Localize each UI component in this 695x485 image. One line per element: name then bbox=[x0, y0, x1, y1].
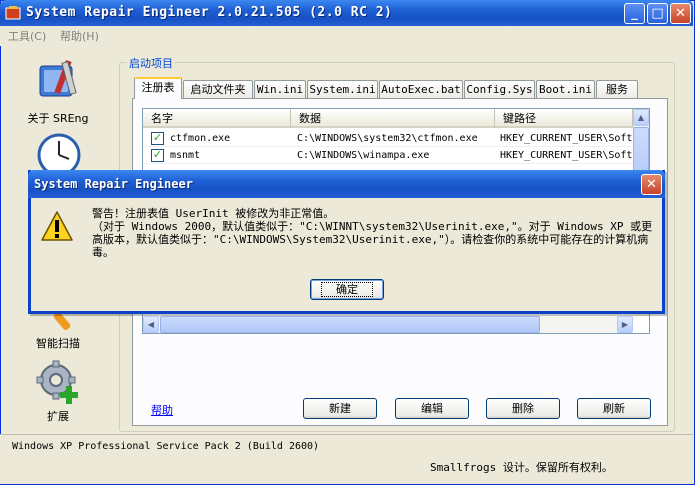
table-row[interactable]: ✓ ctfmon.exe C:\WINDOWS\system32\ctfmon.… bbox=[143, 130, 633, 147]
menu-tools[interactable]: 工具(C) bbox=[8, 28, 46, 44]
maximize-icon: □ bbox=[651, 6, 664, 21]
horizontal-scroll-thumb[interactable] bbox=[160, 316, 540, 333]
dialog-close-button[interactable]: ✕ bbox=[641, 174, 662, 195]
minimize-icon: _ bbox=[631, 6, 638, 21]
minimize-button[interactable]: _ bbox=[624, 3, 645, 24]
list-header: 名字 数据 键路径 bbox=[143, 109, 633, 128]
column-name[interactable]: 名字 bbox=[143, 109, 291, 128]
window-title: System Repair Engineer 2.0.21.505 (2.0 R… bbox=[26, 5, 393, 20]
table-row[interactable]: ✓ msnmt C:\WINDOWS\winampa.exe HKEY_CURR… bbox=[143, 147, 633, 164]
scroll-right-icon[interactable]: ▶ bbox=[617, 316, 633, 333]
column-key-path[interactable]: 键路径 bbox=[495, 109, 633, 128]
os-version: Windows XP Professional Service Pack 2 (… bbox=[12, 441, 320, 452]
dialog-title-bar[interactable]: System Repair Engineer ✕ bbox=[28, 170, 665, 198]
edit-button[interactable]: 编辑 bbox=[395, 398, 469, 419]
tab-boot-ini[interactable]: Boot.ini bbox=[536, 80, 595, 98]
scroll-left-icon[interactable]: ◀ bbox=[143, 316, 159, 333]
tab-autoexec-bat[interactable]: AutoExec.bat bbox=[379, 80, 463, 98]
delete-button[interactable]: 删除 bbox=[486, 398, 560, 419]
check-icon: ✓ bbox=[152, 148, 163, 161]
close-button[interactable]: ✕ bbox=[670, 3, 691, 24]
gear-plus-icon bbox=[36, 360, 78, 404]
help-link[interactable]: 帮助 bbox=[151, 402, 173, 418]
row-checkbox[interactable]: ✓ bbox=[151, 131, 164, 145]
sidebar-item-label: 关于 SREng bbox=[27, 112, 89, 125]
close-icon: ✕ bbox=[675, 6, 686, 21]
sidebar-item-label: 智能扫描 bbox=[36, 337, 80, 350]
row-name: msnmt bbox=[170, 150, 201, 161]
column-data[interactable]: 数据 bbox=[291, 109, 495, 128]
copyright-text: Smallfrogs 设计。保留所有权利。 bbox=[430, 461, 613, 474]
app-icon bbox=[5, 6, 21, 20]
tab-services[interactable]: 服务 bbox=[596, 80, 638, 98]
menu-bar: 工具(C) 帮助(H) bbox=[0, 26, 693, 46]
sidebar-item-label: 扩展 bbox=[47, 410, 69, 423]
refresh-button[interactable]: 刷新 bbox=[577, 398, 651, 419]
tab-win-ini[interactable]: Win.ini bbox=[254, 80, 306, 98]
dialog-message-line2: （对于 Windows 2000，默认值类似于："C:\WINNT\system… bbox=[92, 220, 653, 259]
ok-button[interactable]: 确定 bbox=[310, 279, 384, 300]
tab-system-ini[interactable]: System.ini bbox=[307, 80, 378, 98]
maximize-button[interactable]: □ bbox=[647, 3, 668, 24]
tab-config-sys[interactable]: Config.Sys bbox=[464, 80, 535, 98]
row-data: C:\WINDOWS\system32\ctfmon.exe bbox=[297, 133, 478, 144]
row-data: C:\WINDOWS\winampa.exe bbox=[297, 150, 430, 161]
dialog-message: 警告！注册表值 UserInit 被修改为非正常值。 （对于 Windows 2… bbox=[92, 207, 658, 259]
new-button[interactable]: 新建 bbox=[303, 398, 377, 419]
row-key-path: HKEY_CURRENT_USER\Soft bbox=[500, 133, 633, 144]
title-bar[interactable]: System Repair Engineer 2.0.21.505 (2.0 R… bbox=[0, 0, 693, 26]
row-key-path: HKEY_CURRENT_USER\Soft bbox=[500, 150, 633, 161]
group-legend: 启动项目 bbox=[127, 55, 175, 71]
horizontal-scrollbar[interactable]: ◀ ▶ bbox=[143, 316, 633, 333]
warning-icon bbox=[41, 211, 73, 241]
ok-button-label: 确定 bbox=[321, 282, 373, 297]
dialog-title: System Repair Engineer bbox=[34, 177, 193, 191]
tab-startup-folder[interactable]: 启动文件夹 bbox=[183, 80, 253, 98]
check-icon: ✓ bbox=[152, 131, 163, 144]
row-checkbox[interactable]: ✓ bbox=[151, 148, 164, 162]
tab-registry[interactable]: 注册表 bbox=[134, 77, 182, 99]
menu-help[interactable]: 帮助(H) bbox=[60, 28, 99, 44]
row-name: ctfmon.exe bbox=[170, 133, 231, 144]
toolbox-icon bbox=[39, 59, 77, 97]
dialog-message-line1: 警告！注册表值 UserInit 被修改为非正常值。 bbox=[92, 207, 335, 220]
close-icon: ✕ bbox=[646, 177, 657, 192]
scroll-up-icon[interactable]: ▲ bbox=[633, 109, 649, 126]
